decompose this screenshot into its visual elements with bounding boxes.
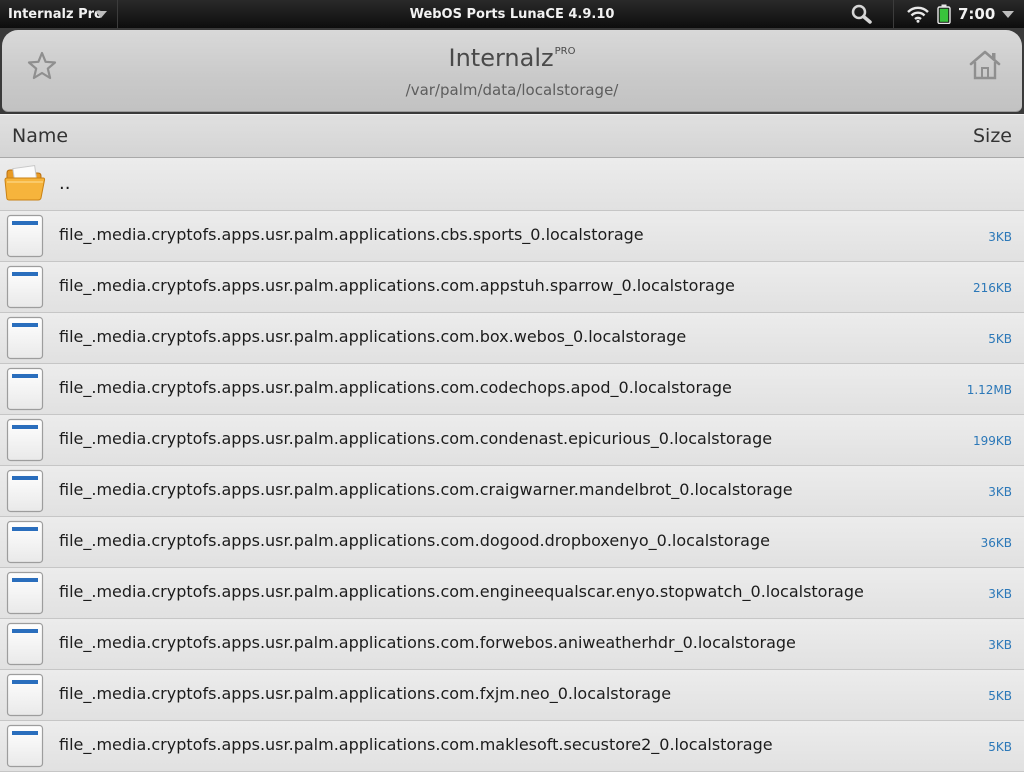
current-path: /var/palm/data/localstorage/ xyxy=(405,81,619,99)
search-icon[interactable] xyxy=(851,4,873,24)
column-header: Name Size xyxy=(0,114,1024,158)
file-row[interactable]: file_.media.cryptofs.apps.usr.palm.appli… xyxy=(0,364,1024,415)
file-name: file_.media.cryptofs.apps.usr.palm.appli… xyxy=(59,429,773,448)
file-icon xyxy=(6,469,44,513)
file-icon xyxy=(6,214,44,258)
pro-badge: PRO xyxy=(554,46,576,57)
file-row[interactable]: file_.media.cryptofs.apps.usr.palm.appli… xyxy=(0,619,1024,670)
file-size: 1.12MB xyxy=(966,383,1012,397)
file-size: 3KB xyxy=(988,587,1012,601)
file-row[interactable]: file_.media.cryptofs.apps.usr.palm.appli… xyxy=(0,415,1024,466)
file-size: 5KB xyxy=(988,689,1012,703)
chevron-down-icon xyxy=(1002,11,1014,18)
system-menu-button[interactable] xyxy=(1000,0,1024,28)
file-size: 5KB xyxy=(988,740,1012,754)
file-name: file_.media.cryptofs.apps.usr.palm.appli… xyxy=(59,276,735,295)
file-name: file_.media.cryptofs.apps.usr.palm.appli… xyxy=(59,225,644,244)
file-icon xyxy=(6,673,44,717)
file-row[interactable]: file_.media.cryptofs.apps.usr.palm.appli… xyxy=(0,262,1024,313)
size-column-header[interactable]: Size xyxy=(973,125,1012,147)
file-icon xyxy=(6,571,44,615)
file-size: 3KB xyxy=(988,638,1012,652)
file-icon xyxy=(6,520,44,564)
status-bar: Internalz Pro WebOS Ports LunaCE 4.9.10 … xyxy=(0,0,1024,28)
wifi-icon xyxy=(906,5,930,23)
file-name: file_.media.cryptofs.apps.usr.palm.appli… xyxy=(59,735,773,754)
status-divider xyxy=(893,0,894,28)
file-row[interactable]: file_.media.cryptofs.apps.usr.palm.appli… xyxy=(0,568,1024,619)
file-icon xyxy=(6,316,44,360)
clock: 7:00 xyxy=(958,5,996,23)
file-icon xyxy=(6,724,44,768)
file-name: file_.media.cryptofs.apps.usr.palm.appli… xyxy=(59,633,796,652)
app-header: InternalzPRO /var/palm/data/localstorage… xyxy=(0,28,1024,114)
file-size: 199KB xyxy=(972,434,1012,448)
parent-directory-row[interactable]: .. xyxy=(0,158,1024,211)
app-menu-button[interactable]: Internalz Pro xyxy=(0,0,118,28)
file-name: file_.media.cryptofs.apps.usr.palm.appli… xyxy=(59,378,732,397)
header-panel: InternalzPRO /var/palm/data/localstorage… xyxy=(2,30,1022,112)
file-icon xyxy=(6,622,44,666)
file-name: file_.media.cryptofs.apps.usr.palm.appli… xyxy=(59,582,864,601)
folder-icon xyxy=(4,163,46,203)
file-row[interactable]: file_.media.cryptofs.apps.usr.palm.appli… xyxy=(0,517,1024,568)
file-size: 36KB xyxy=(980,536,1012,550)
file-row[interactable]: file_.media.cryptofs.apps.usr.palm.appli… xyxy=(0,313,1024,364)
app-name-label: Internalz Pro xyxy=(8,6,103,22)
file-list: .. file_.media.cryptofs.apps.usr.palm.ap… xyxy=(0,158,1024,772)
file-size: 3KB xyxy=(988,485,1012,499)
file-icon xyxy=(6,367,44,411)
battery-icon xyxy=(937,4,951,25)
file-row[interactable]: file_.media.cryptofs.apps.usr.palm.appli… xyxy=(0,670,1024,721)
name-column-header[interactable]: Name xyxy=(12,125,68,147)
parent-directory-label: .. xyxy=(59,173,71,194)
file-name: file_.media.cryptofs.apps.usr.palm.appli… xyxy=(59,531,770,550)
system-title: WebOS Ports LunaCE 4.9.10 xyxy=(409,6,615,22)
app-title: Internalz xyxy=(448,44,554,72)
file-row[interactable]: file_.media.cryptofs.apps.usr.palm.appli… xyxy=(0,721,1024,772)
page-title: InternalzPRO xyxy=(2,44,1022,72)
file-size: 216KB xyxy=(972,281,1012,295)
file-name: file_.media.cryptofs.apps.usr.palm.appli… xyxy=(59,327,687,346)
file-name: file_.media.cryptofs.apps.usr.palm.appli… xyxy=(59,684,672,703)
file-size: 3KB xyxy=(988,230,1012,244)
chevron-down-icon xyxy=(95,11,107,18)
file-row[interactable]: file_.media.cryptofs.apps.usr.palm.appli… xyxy=(0,466,1024,517)
file-icon xyxy=(6,265,44,309)
file-row[interactable]: file_.media.cryptofs.apps.usr.palm.appli… xyxy=(0,211,1024,262)
home-icon[interactable] xyxy=(968,48,1002,82)
file-icon xyxy=(6,418,44,462)
file-size: 5KB xyxy=(988,332,1012,346)
file-name: file_.media.cryptofs.apps.usr.palm.appli… xyxy=(59,480,793,499)
